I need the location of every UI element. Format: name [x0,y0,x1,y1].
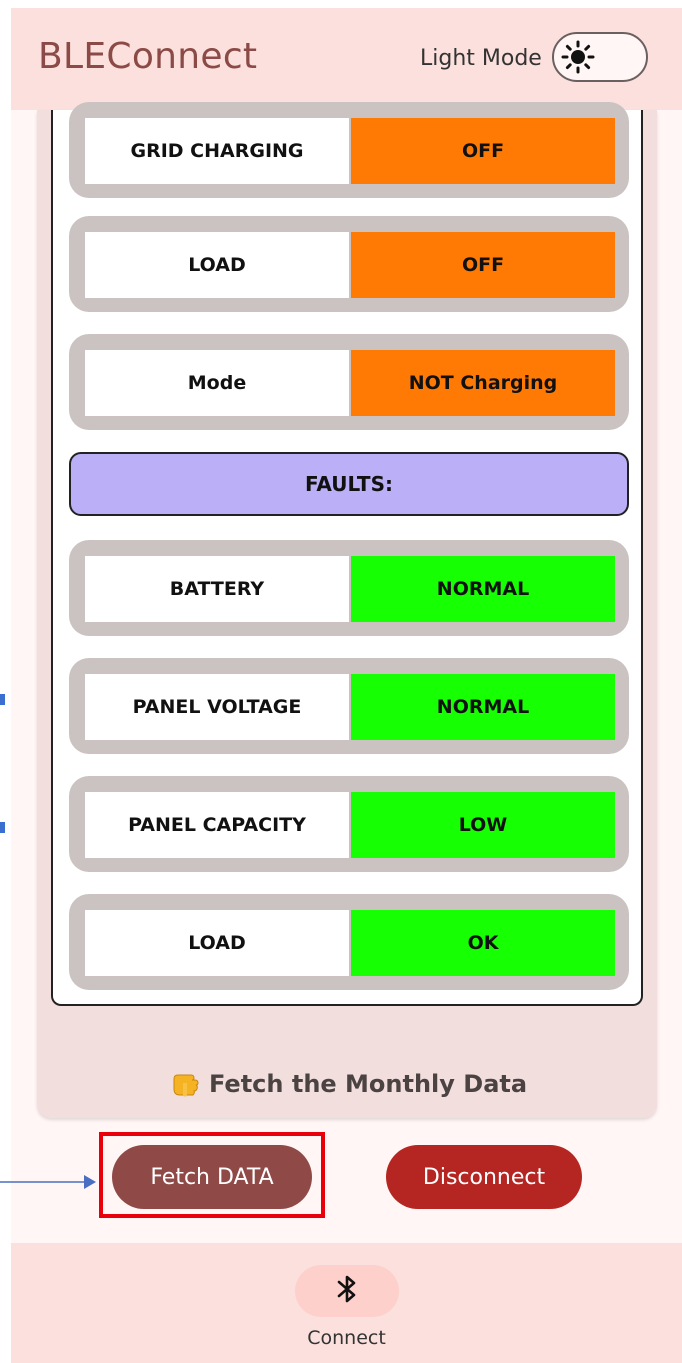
fetch-note-text: Fetch the Monthly Data [209,1070,528,1098]
fault-label: LOAD [85,910,349,976]
pointer-arrow [0,1175,96,1189]
data-card: GRID CHARGING OFF LOAD OFF Mode NOT Char… [37,102,657,1118]
status-row-load: LOAD OFF [69,216,629,312]
fault-row-battery: BATTERY NORMAL [69,540,629,636]
top-app-bar: BLEConnect Light Mode [11,8,682,110]
fetch-highlight-box [99,1132,325,1218]
connect-nav-label: Connect [307,1327,386,1349]
status-row-mode: Mode NOT Charging [69,334,629,430]
bluetooth-icon [336,1273,358,1309]
sun-icon [559,38,597,76]
disconnect-button[interactable]: Disconnect [386,1145,582,1209]
fault-label: PANEL VOLTAGE [85,674,349,740]
app-screen: BLEConnect Light Mode GRID CHARGING OFF … [11,8,682,1363]
edge-marker [0,822,5,833]
fault-row-load: LOAD OK [69,894,629,990]
connect-nav-item[interactable] [295,1265,399,1317]
fault-row-panel-capacity: PANEL CAPACITY LOW [69,776,629,872]
edge-marker [0,694,5,705]
status-row-grid-charging: GRID CHARGING OFF [69,102,629,198]
fault-label: PANEL CAPACITY [85,792,349,858]
status-panel[interactable]: GRID CHARGING OFF LOAD OFF Mode NOT Char… [51,102,643,1006]
bottom-nav: Connect [11,1243,682,1363]
status-value: OFF [351,118,615,184]
status-value: OFF [351,232,615,298]
status-label: Mode [85,350,349,416]
status-label: LOAD [85,232,349,298]
fault-value: OK [351,910,615,976]
fetch-note: Fetch the Monthly Data [171,1070,527,1098]
faults-header: FAULTS: [69,452,629,516]
fault-label: BATTERY [85,556,349,622]
mode-label: Light Mode [420,46,542,71]
fault-row-panel-voltage: PANEL VOLTAGE NORMAL [69,658,629,754]
pointing-hand-icon [171,1071,201,1097]
fault-value: NORMAL [351,674,615,740]
theme-toggle[interactable] [552,32,648,82]
status-value: NOT Charging [351,350,615,416]
fault-value: NORMAL [351,556,615,622]
fault-value: LOW [351,792,615,858]
app-title: BLEConnect [38,36,258,77]
status-label: GRID CHARGING [85,118,349,184]
